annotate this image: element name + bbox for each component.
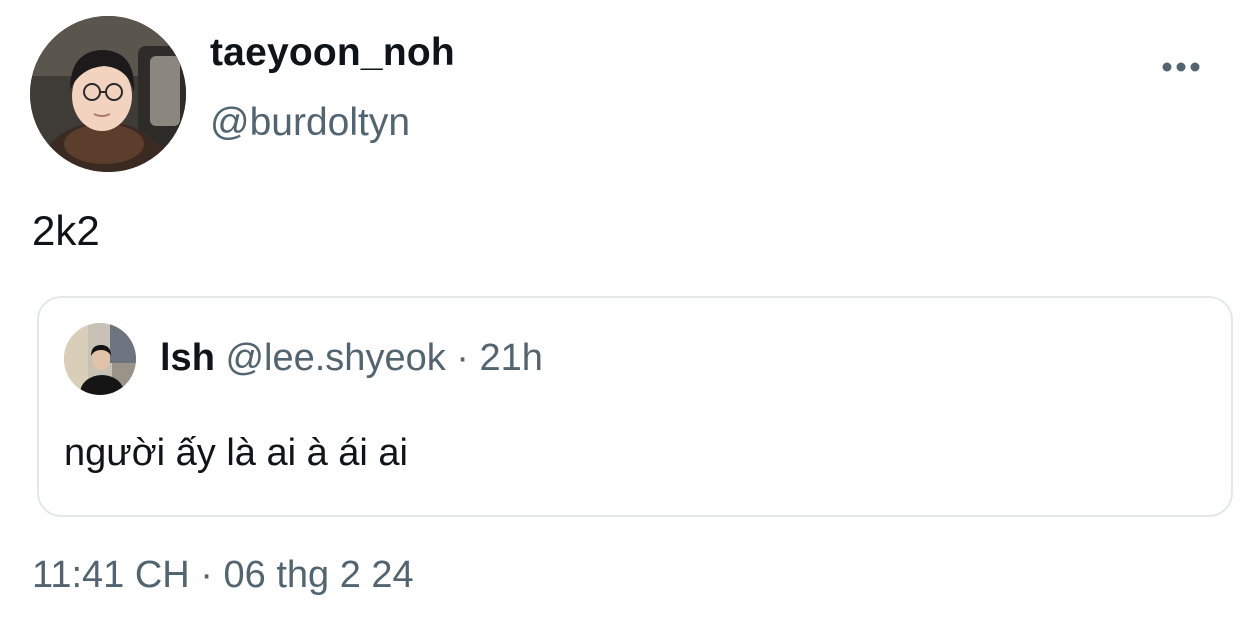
more-options-button[interactable] <box>1152 50 1210 84</box>
quoted-meta-separator: · <box>456 337 469 379</box>
post-time: 11:41 CH <box>32 554 190 596</box>
author-handle[interactable]: @burdoltyn <box>210 100 410 146</box>
quoted-post-card[interactable]: lsh @lee.shyeok · 21h người ấy là ai à á… <box>37 296 1233 517</box>
quoted-author-photo <box>64 323 136 395</box>
quoted-post-text: người ấy là ai à ái ai <box>64 432 408 474</box>
quoted-post-header: lsh @lee.shyeok · 21h <box>160 336 543 380</box>
quoted-author-display-name[interactable]: lsh <box>160 337 215 379</box>
quoted-author-handle[interactable]: @lee.shyeok <box>225 337 445 379</box>
post-date: 06 thg 2 24 <box>223 554 414 596</box>
post-view: taeyoon_noh @burdoltyn 2k2 lsh @lee.shye… <box>0 0 1242 632</box>
quoted-author-avatar[interactable] <box>64 323 136 395</box>
post-text: 2k2 <box>32 207 100 254</box>
post-timestamp[interactable]: 11:41 CH · 06 thg 2 24 <box>32 552 414 598</box>
author-avatar[interactable] <box>30 16 186 172</box>
more-horizontal-icon <box>1162 62 1200 72</box>
quoted-post-time[interactable]: 21h <box>480 337 543 379</box>
author-display-name[interactable]: taeyoon_noh <box>210 30 455 76</box>
timestamp-separator: · <box>200 554 213 596</box>
author-photo <box>30 16 186 172</box>
